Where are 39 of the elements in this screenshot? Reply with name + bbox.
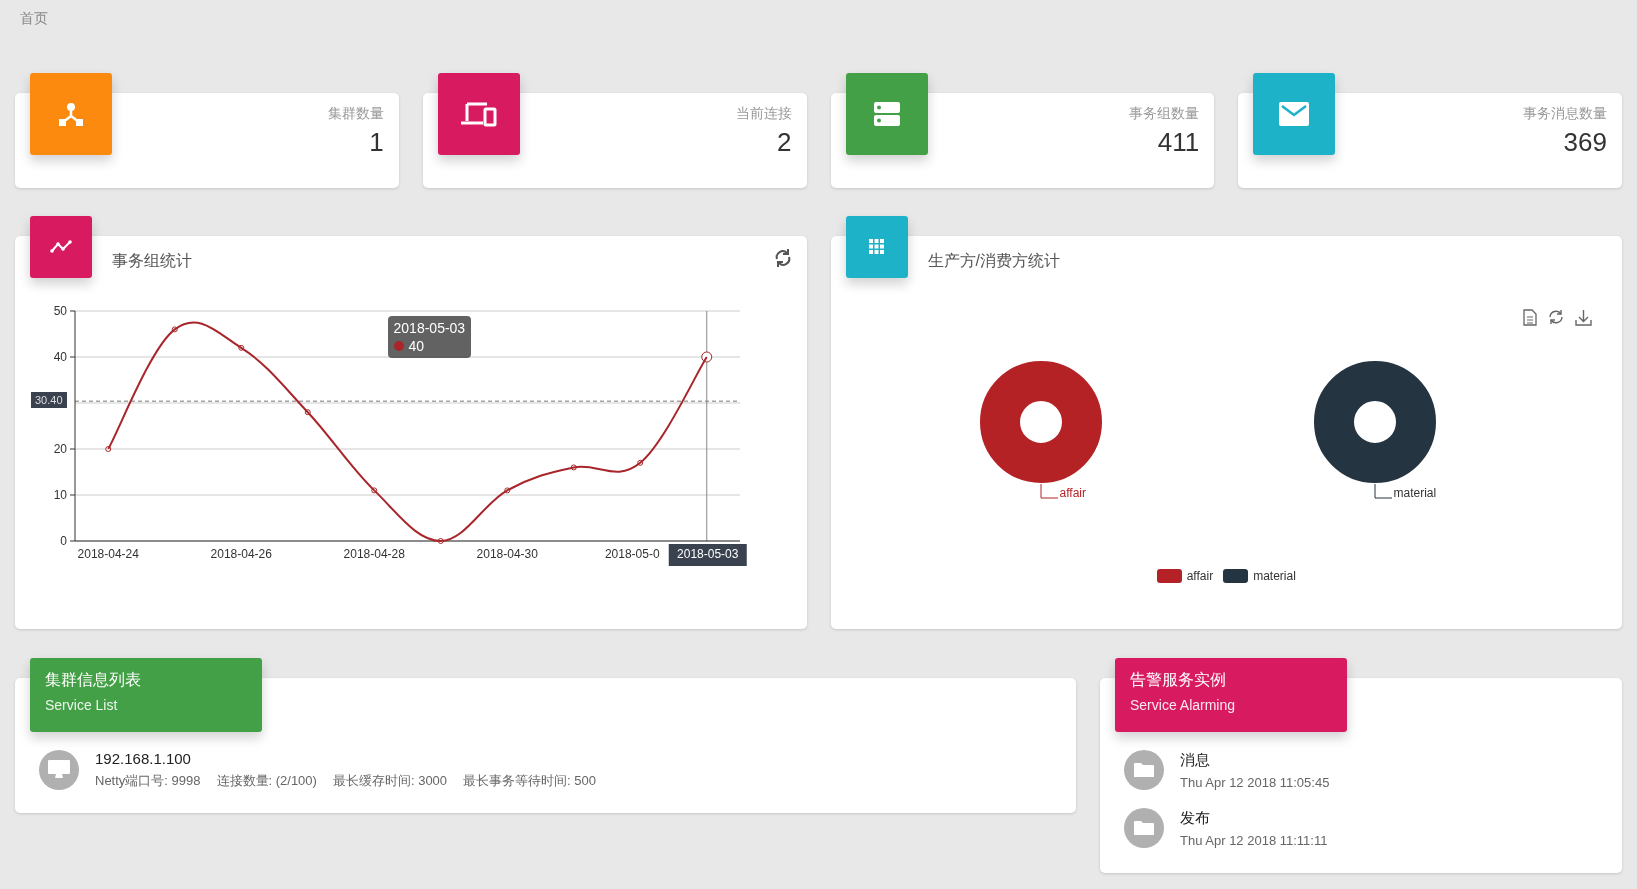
alarm-time: Thu Apr 12 2018 11:05:45	[1180, 774, 1330, 790]
header-title: 集群信息列表	[45, 670, 141, 690]
stat-label: 事务消息数量	[1523, 105, 1607, 123]
card-title: 事务组统计	[112, 251, 192, 271]
card-title: 生产方/消费方统计	[927, 251, 1060, 271]
stat-label: 事务组数量	[1129, 105, 1200, 123]
alarm-title: 发布	[1180, 808, 1211, 828]
server-detail: 最长缓存时间: 3000	[332, 772, 448, 790]
header-subtitle: Service Alarming	[1130, 697, 1236, 713]
tooltip-value: 40	[408, 337, 425, 354]
server-detail: 连接数量: (2/100)	[216, 772, 317, 790]
stat-value: 369	[1563, 127, 1607, 158]
server-address: 192.168.1.100	[95, 750, 192, 767]
donut-label: affair	[1059, 486, 1086, 500]
server-detail: 最长事务等待时间: 500	[463, 772, 596, 790]
header-title: 告警服务实例	[1130, 670, 1226, 690]
server-detail: Netty端口号: 9998	[95, 772, 201, 790]
header-subtitle: Service List	[45, 697, 118, 713]
y-tick-label: 20	[53, 442, 67, 456]
x-tick-label: 2018-04-28	[343, 547, 405, 561]
stat-value: 1	[369, 127, 384, 158]
x-tick-label: 2018-04-26	[210, 547, 272, 561]
alarm-title: 消息	[1180, 750, 1211, 770]
stat-label: 集群数量	[327, 105, 384, 123]
x-tick-label: 2018-05-03	[677, 547, 739, 561]
x-tick-label: 2018-04-30	[476, 547, 538, 561]
stat-label: 当前连接	[735, 105, 792, 123]
alarm-time: Thu Apr 12 2018 11:11:11	[1180, 832, 1328, 848]
y-tick-label: 0	[60, 534, 67, 548]
x-tick-label: 2018-04-24	[77, 547, 139, 561]
donut-label: material	[1393, 486, 1437, 500]
x-tick-label: 2018-05-0	[604, 547, 660, 561]
tooltip-date: 2018-05-03	[393, 319, 466, 336]
average-label: 30.40	[31, 392, 67, 409]
stat-value: 2	[777, 127, 792, 158]
y-tick-label: 10	[53, 488, 67, 502]
y-tick-label: 40	[53, 350, 67, 364]
stat-value: 411	[1157, 127, 1200, 158]
y-tick-label: 50	[53, 304, 67, 318]
